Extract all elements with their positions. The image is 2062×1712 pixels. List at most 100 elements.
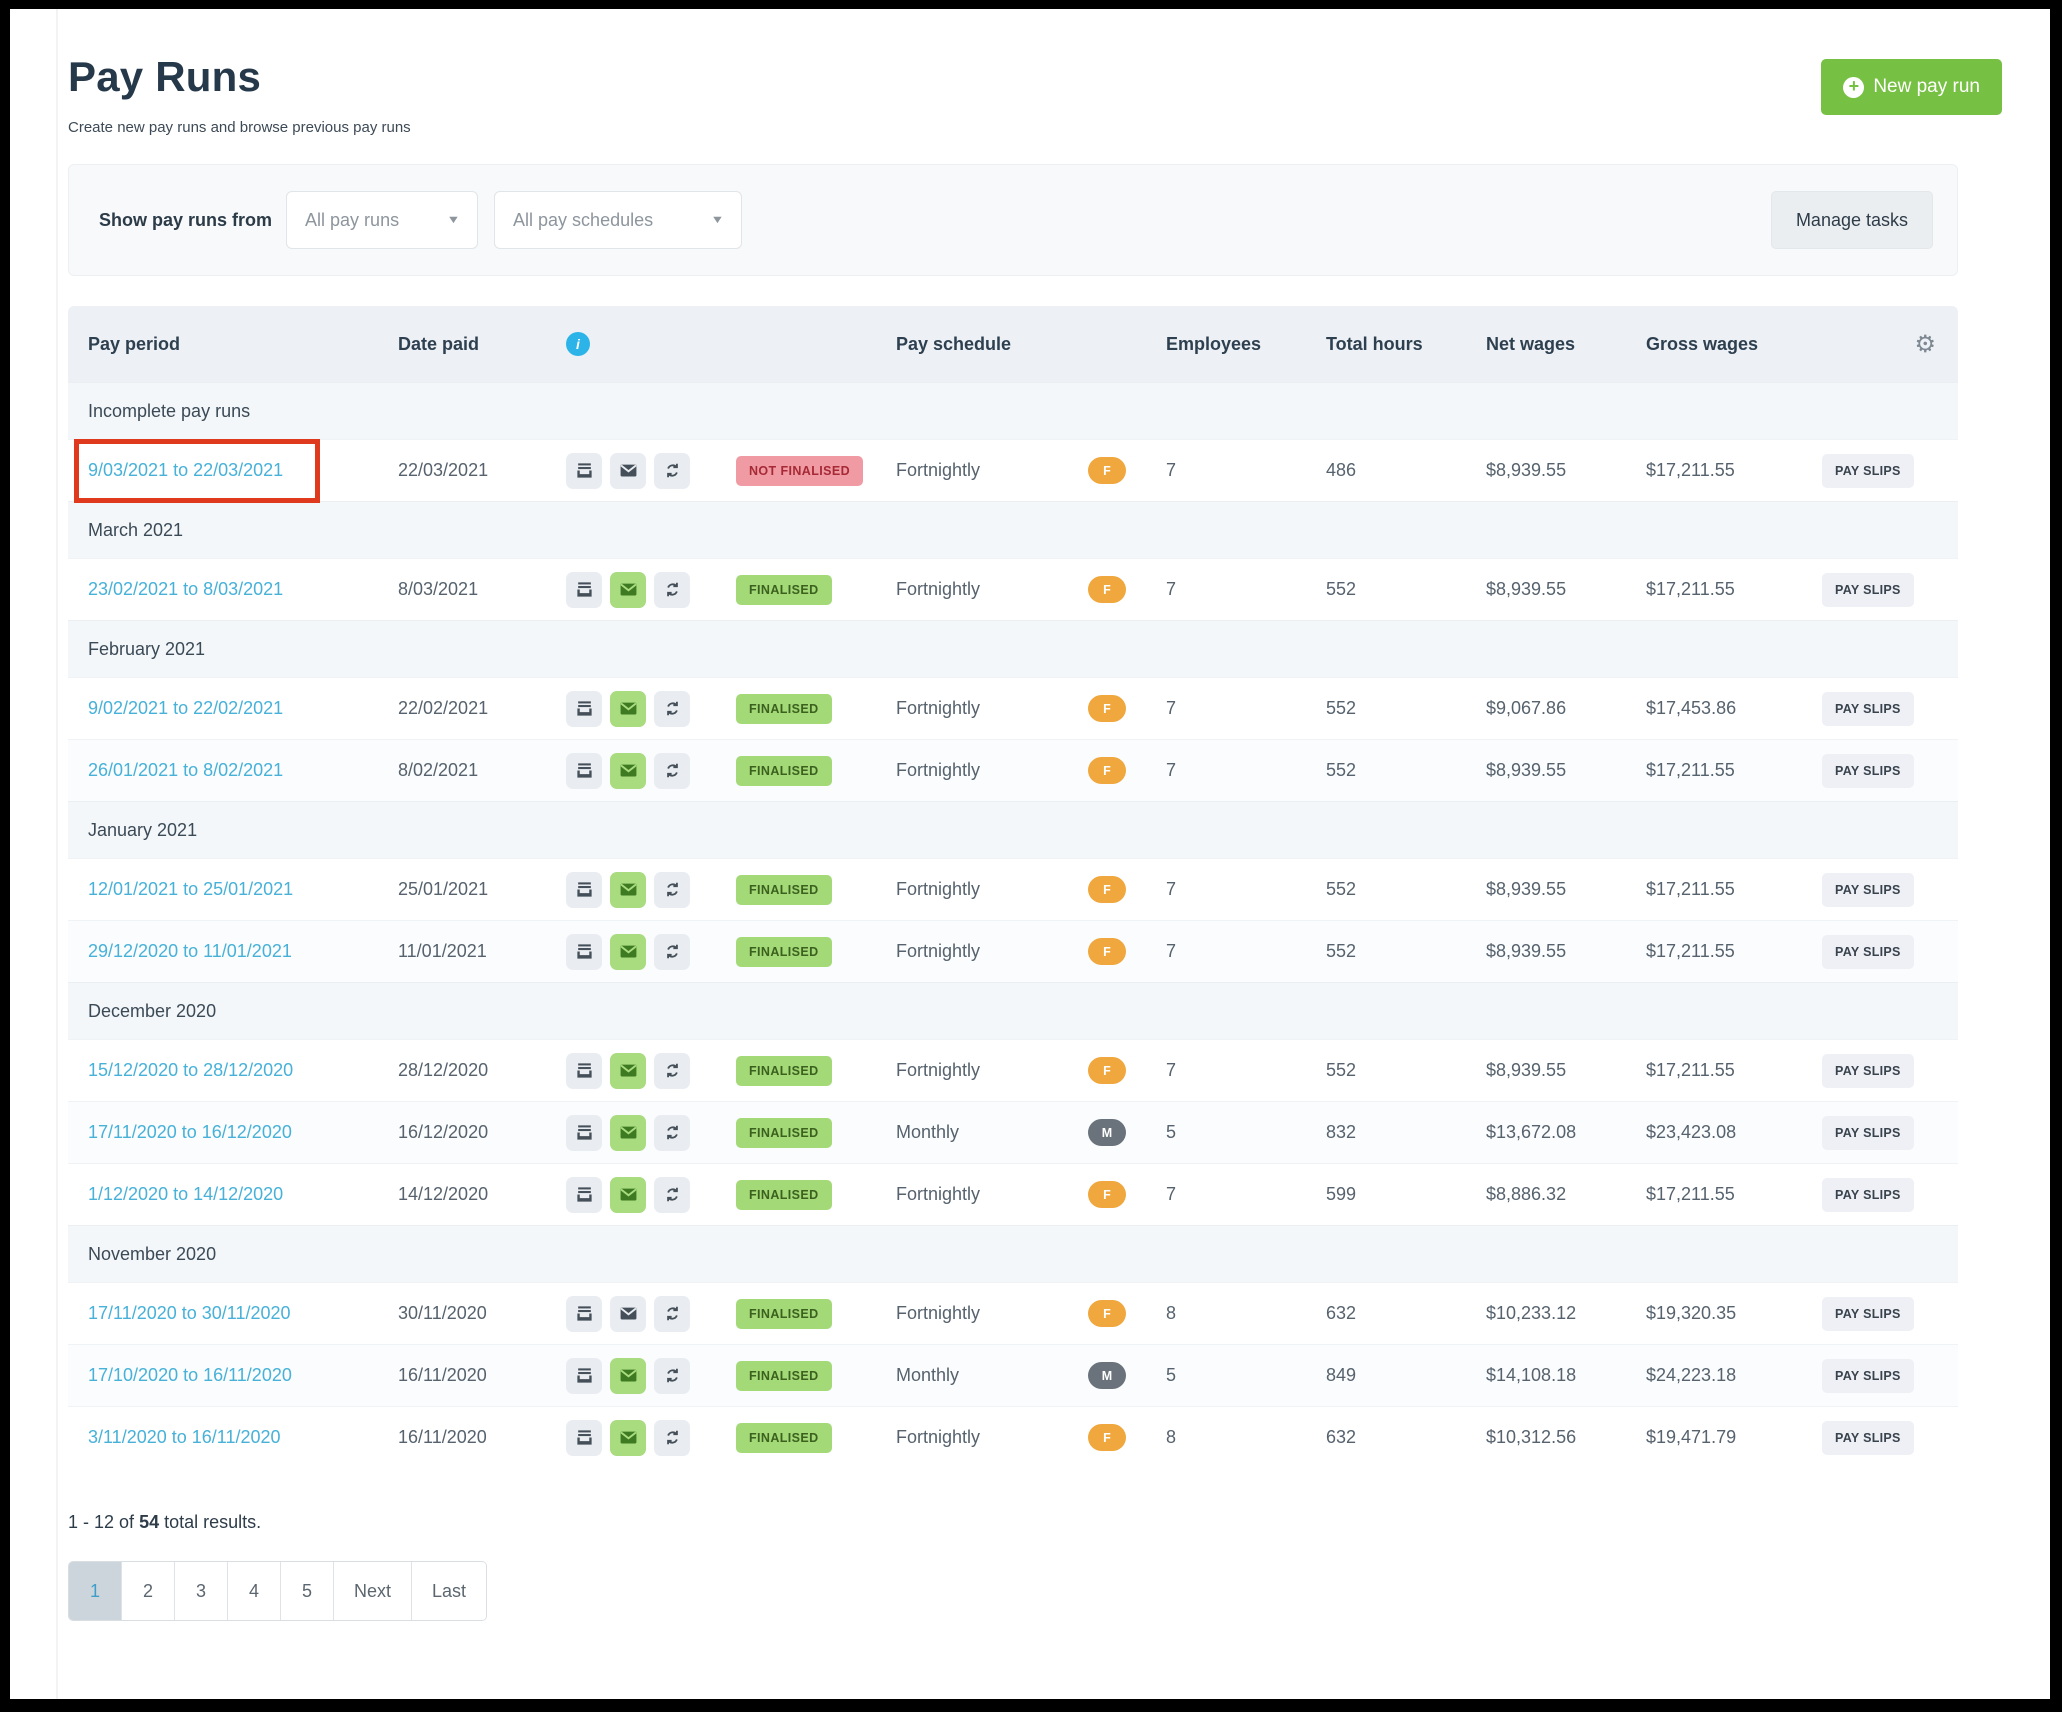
sync-icon-button[interactable]	[654, 1296, 690, 1332]
schedule-badge: F	[1088, 457, 1126, 484]
envelope-icon-button[interactable]	[610, 1053, 646, 1089]
envelope-icon-button[interactable]	[610, 1420, 646, 1456]
pay-period-link[interactable]: 9/03/2021 to 22/03/2021	[88, 460, 283, 480]
sync-icon-button[interactable]	[654, 872, 690, 908]
pay-period-link[interactable]: 1/12/2020 to 14/12/2020	[88, 1184, 283, 1204]
print-icon-button[interactable]	[566, 1296, 602, 1332]
print-icon-button[interactable]	[566, 1053, 602, 1089]
employees-count: 8	[1146, 1303, 1306, 1324]
page-button-1[interactable]: 1	[69, 1562, 122, 1620]
pay-slips-button[interactable]: PAY SLIPS	[1822, 573, 1914, 607]
envelope-icon-button[interactable]	[610, 1296, 646, 1332]
sync-icon-button[interactable]	[654, 1053, 690, 1089]
pay-slips-button[interactable]: PAY SLIPS	[1822, 1297, 1914, 1331]
pay-slips-button[interactable]: PAY SLIPS	[1822, 1116, 1914, 1150]
envelope-icon-button[interactable]	[610, 1358, 646, 1394]
print-icon-button[interactable]	[566, 1177, 602, 1213]
envelope-icon	[619, 942, 638, 961]
envelope-icon-button[interactable]	[610, 691, 646, 727]
sync-icon-button[interactable]	[654, 1177, 690, 1213]
net-wages: $8,939.55	[1466, 941, 1626, 962]
pay-period-link[interactable]: 29/12/2020 to 11/01/2021	[88, 941, 292, 961]
sync-icon-button[interactable]	[654, 1420, 690, 1456]
pay-period-link[interactable]: 23/02/2021 to 8/03/2021	[88, 579, 283, 599]
pay-slips-button[interactable]: PAY SLIPS	[1822, 1178, 1914, 1212]
gross-wages: $17,211.55	[1626, 879, 1802, 900]
envelope-icon-button[interactable]	[610, 453, 646, 489]
pay-period-link[interactable]: 3/11/2020 to 16/11/2020	[88, 1427, 281, 1447]
total-hours: 632	[1306, 1303, 1466, 1324]
print-icon-button[interactable]	[566, 453, 602, 489]
new-pay-run-button[interactable]: + New pay run	[1821, 59, 2002, 115]
pay-period-link[interactable]: 15/12/2020 to 28/12/2020	[88, 1060, 293, 1080]
pay-slips-button[interactable]: PAY SLIPS	[1822, 935, 1914, 969]
sync-icon	[663, 1185, 682, 1204]
print-icon-button[interactable]	[566, 1420, 602, 1456]
pay-slips-button[interactable]: PAY SLIPS	[1822, 873, 1914, 907]
pay-runs-dropdown[interactable]: All pay runs ▼	[286, 191, 478, 249]
pay-period-link[interactable]: 12/01/2021 to 25/01/2021	[88, 879, 293, 899]
pay-period-link[interactable]: 9/02/2021 to 22/02/2021	[88, 698, 283, 718]
gross-wages: $19,320.35	[1626, 1303, 1802, 1324]
pay-slips-button[interactable]: PAY SLIPS	[1822, 1359, 1914, 1393]
envelope-icon-button[interactable]	[610, 1115, 646, 1151]
info-icon[interactable]: i	[566, 332, 590, 356]
net-wages: $13,672.08	[1466, 1122, 1626, 1143]
printer-icon	[575, 1366, 594, 1385]
schedule-badge: F	[1088, 1181, 1126, 1208]
sync-icon-button[interactable]	[654, 934, 690, 970]
pay-slips-button[interactable]: PAY SLIPS	[1822, 692, 1914, 726]
page-button-4[interactable]: 4	[228, 1562, 281, 1620]
envelope-icon-button[interactable]	[610, 753, 646, 789]
envelope-icon-button[interactable]	[610, 572, 646, 608]
pay-period-link[interactable]: 17/11/2020 to 30/11/2020	[88, 1303, 291, 1323]
table-row: 17/11/2020 to 30/11/2020 30/11/2020	[68, 1282, 1958, 1344]
pay-slips-button[interactable]: PAY SLIPS	[1822, 1421, 1914, 1455]
sync-icon-button[interactable]	[654, 691, 690, 727]
date-paid: 8/03/2021	[378, 579, 546, 600]
pay-period-link[interactable]: 17/10/2020 to 16/11/2020	[88, 1365, 292, 1385]
print-icon-button[interactable]	[566, 872, 602, 908]
section-header-row: December 2020	[68, 982, 1958, 1039]
sync-icon	[663, 942, 682, 961]
gross-wages: $23,423.08	[1626, 1122, 1802, 1143]
page-button-next[interactable]: Next	[334, 1562, 412, 1620]
printer-icon	[575, 942, 594, 961]
pay-runs-dropdown-value: All pay runs	[305, 210, 399, 231]
manage-tasks-button[interactable]: Manage tasks	[1771, 191, 1933, 249]
page-button-3[interactable]: 3	[175, 1562, 228, 1620]
pay-slips-button[interactable]: PAY SLIPS	[1822, 1054, 1914, 1088]
print-icon-button[interactable]	[566, 572, 602, 608]
print-icon-button[interactable]	[566, 1115, 602, 1151]
table-row: 9/02/2021 to 22/02/2021 22/02/2021	[68, 677, 1958, 739]
sync-icon-button[interactable]	[654, 453, 690, 489]
gear-icon[interactable]: ⚙	[1914, 331, 1936, 358]
pay-period-link[interactable]: 17/11/2020 to 16/12/2020	[88, 1122, 292, 1142]
section-header-row: Incomplete pay runs	[68, 382, 1958, 439]
employees-count: 7	[1146, 579, 1306, 600]
pay-slips-button[interactable]: PAY SLIPS	[1822, 754, 1914, 788]
page-button-2[interactable]: 2	[122, 1562, 175, 1620]
pay-schedule: Fortnightly	[876, 760, 1068, 781]
print-icon-button[interactable]	[566, 934, 602, 970]
page-button-5[interactable]: 5	[281, 1562, 334, 1620]
envelope-icon-button[interactable]	[610, 1177, 646, 1213]
schedule-badge: F	[1088, 876, 1126, 903]
sync-icon-button[interactable]	[654, 1115, 690, 1151]
date-paid: 16/11/2020	[378, 1365, 546, 1386]
sync-icon-button[interactable]	[654, 753, 690, 789]
pay-schedules-dropdown[interactable]: All pay schedules ▼	[494, 191, 742, 249]
table-row: 1/12/2020 to 14/12/2020 14/12/2020	[68, 1163, 1958, 1225]
sync-icon-button[interactable]	[654, 1358, 690, 1394]
pay-period-link[interactable]: 26/01/2021 to 8/02/2021	[88, 760, 283, 780]
envelope-icon-button[interactable]	[610, 934, 646, 970]
page-button-last[interactable]: Last	[412, 1562, 486, 1620]
pay-schedule: Fortnightly	[876, 1303, 1068, 1324]
print-icon-button[interactable]	[566, 691, 602, 727]
net-wages: $10,233.12	[1466, 1303, 1626, 1324]
envelope-icon-button[interactable]	[610, 872, 646, 908]
print-icon-button[interactable]	[566, 753, 602, 789]
print-icon-button[interactable]	[566, 1358, 602, 1394]
sync-icon-button[interactable]	[654, 572, 690, 608]
pay-slips-button[interactable]: PAY SLIPS	[1822, 454, 1914, 488]
